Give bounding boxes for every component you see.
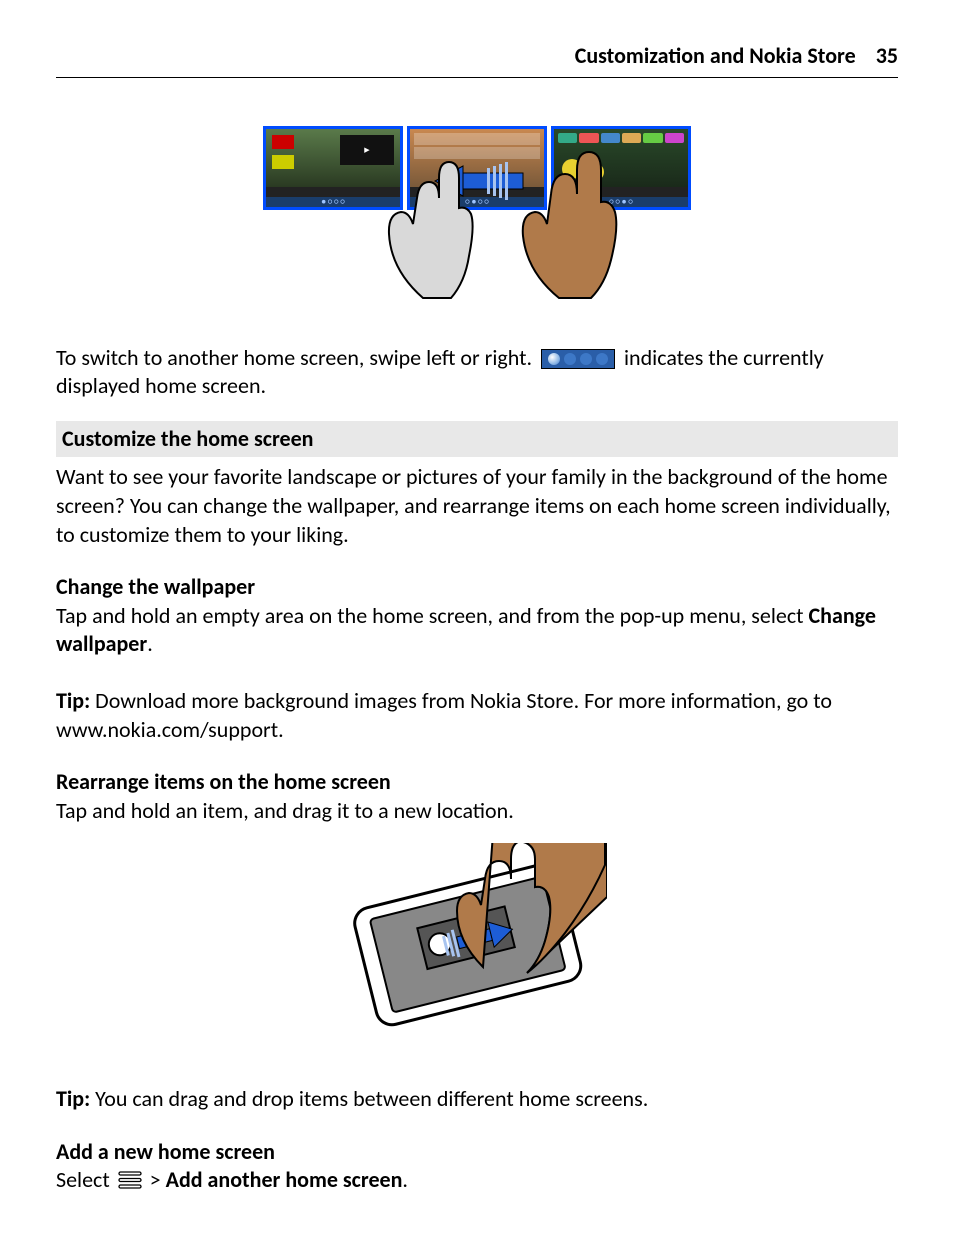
tip-label: Tip: — [56, 687, 95, 714]
text: Tap and hold an empty area on the home s… — [56, 602, 809, 629]
switch-screen-paragraph: To switch to another home screen, swipe … — [56, 344, 898, 401]
page-header: Customization and Nokia Store 35 — [56, 42, 898, 78]
text: To switch to another home screen, swipe … — [56, 344, 537, 371]
homescreen-panel-3: ○ ○ ● ○ — [551, 126, 691, 210]
tip-label: Tip: — [56, 1085, 95, 1112]
swipe-illustration: ▶ ● ○ ○ ○ ○ ● ○ ○ — [56, 126, 898, 314]
homescreen-indicator-icon — [541, 349, 615, 369]
subhead-add-homescreen: Add a new home screen — [56, 1138, 898, 1167]
menu-icon — [118, 1168, 142, 1197]
customize-paragraph: Want to see your favorite landscape or p… — [56, 463, 898, 549]
homescreen-panel-1: ▶ ● ○ ○ ○ — [263, 126, 403, 210]
text: . — [402, 1166, 408, 1193]
tip-text: Download more background images from Nok… — [56, 687, 832, 743]
drag-illustration — [56, 843, 898, 1051]
homescreen-panel-2: ○ ● ○ ○ — [407, 126, 547, 210]
text: > — [145, 1166, 166, 1193]
tip-text: You can drag and drop items between diff… — [95, 1085, 648, 1112]
text: Select — [56, 1166, 115, 1193]
text: . — [147, 630, 153, 657]
subhead-rearrange: Rearrange items on the home screen — [56, 768, 898, 797]
page-number: 35 — [876, 42, 898, 71]
rearrange-paragraph: Tap and hold an item, and drag it to a n… — [56, 797, 898, 826]
menu-add-another-homescreen: Add another home screen — [166, 1166, 403, 1193]
section-customize-heading: Customize the home screen — [56, 421, 898, 458]
add-homescreen-paragraph: Select > Add another home screen. — [56, 1166, 898, 1196]
change-wallpaper-paragraph: Tap and hold an empty area on the home s… — [56, 602, 898, 659]
header-title: Customization and Nokia Store — [575, 42, 856, 71]
subhead-change-wallpaper: Change the wallpaper — [56, 573, 898, 602]
tip-wallpaper: Tip: Download more background images fro… — [56, 687, 898, 744]
tip-drag: Tip: You can drag and drop items between… — [56, 1085, 898, 1114]
